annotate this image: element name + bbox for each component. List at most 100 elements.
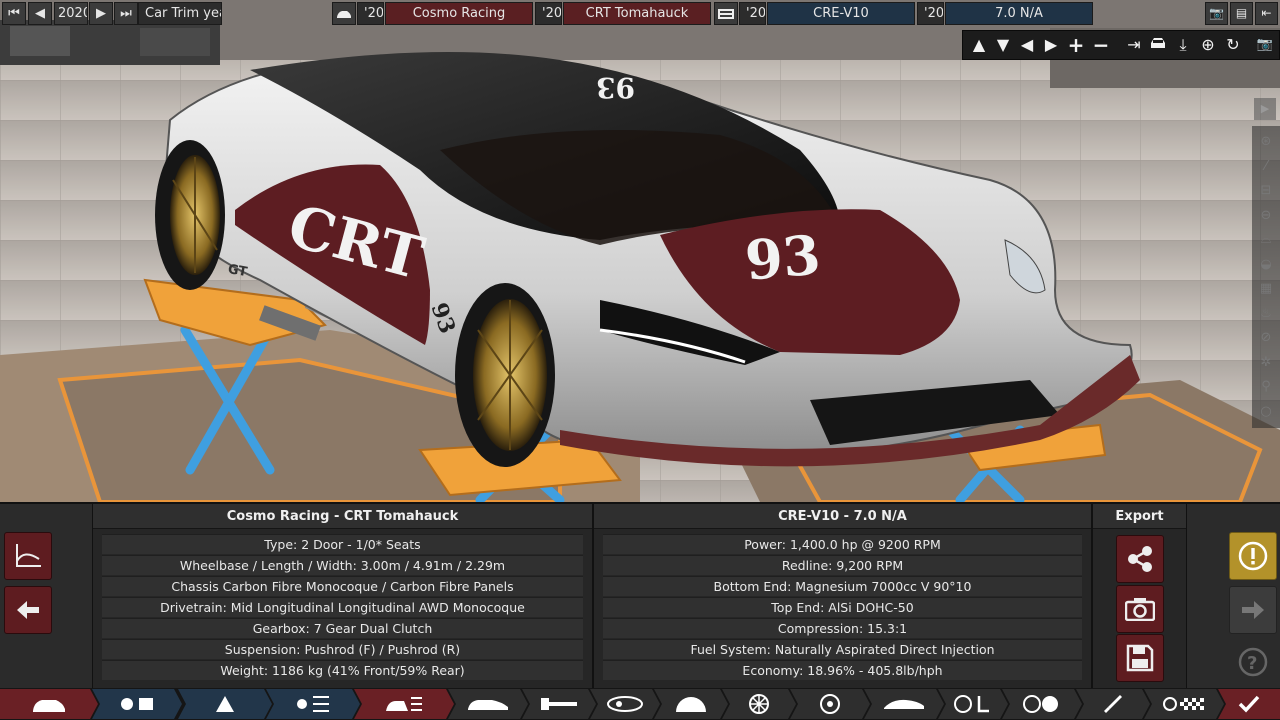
camera-icon: 📷 [1256, 37, 1274, 52]
side-person-button[interactable]: ⚲ [1255, 376, 1277, 398]
side-grille-button[interactable]: ▦ [1255, 278, 1277, 300]
circle-icon: ○ [1260, 404, 1272, 419]
side-settings-button[interactable]: ✲ [1255, 352, 1277, 374]
camera-down-button[interactable]: ▼ [992, 34, 1014, 56]
save-button[interactable] [1116, 634, 1164, 682]
steering-wheel-icon [1022, 693, 1062, 715]
camera-orbit-button[interactable]: ⊕ [1197, 34, 1219, 56]
gauge-icon [674, 695, 708, 713]
export-photo-button[interactable] [1116, 585, 1164, 633]
prev-year-button[interactable]: ◀ [28, 2, 52, 25]
component-side-strip: ⊛ ⁄ ⊟ ⊖ ⌓ ◒ ▦ ♨ ⊘ ✲ ⚲ ○ [1252, 126, 1280, 428]
tab-wheels[interactable] [722, 689, 796, 719]
chassis-icon [539, 694, 579, 714]
tab-car-model[interactable] [0, 689, 98, 719]
side-body-button[interactable]: ⌓ [1255, 229, 1277, 251]
tab-engine-bottom[interactable] [178, 689, 272, 719]
tab-engine-family[interactable] [92, 689, 182, 719]
arrow-left-icon [17, 601, 39, 619]
tab-car-trim[interactable] [354, 689, 454, 719]
exit-button[interactable]: ⇤ [1255, 2, 1278, 25]
tab-drivetrain[interactable] [1002, 689, 1082, 719]
camera-left-button[interactable]: ◀ [1016, 34, 1038, 56]
camera-right-button[interactable]: ▶ [1040, 34, 1062, 56]
camera-reset-button[interactable]: ⇥ [1123, 34, 1145, 56]
arrow-down-bar-icon: ⤓ [1179, 35, 1187, 54]
next-year-button[interactable]: ▶ [89, 2, 113, 25]
model-icon-button[interactable] [332, 2, 356, 25]
next-button[interactable] [1229, 586, 1277, 634]
panel-icon: ⊖ [1260, 208, 1272, 223]
back-button[interactable] [4, 586, 52, 634]
engine-info-row: Economy: 18.96% - 405.8lb/hph [603, 660, 1082, 680]
bottom-tab-bar [0, 688, 1280, 720]
camera-up-button[interactable]: ▲ [968, 34, 990, 56]
warning-button[interactable] [1229, 532, 1277, 580]
camera-ground-button[interactable]: ⤓ [1172, 34, 1194, 56]
car-info-row: Suspension: Pushrod (F) / Pushrod (R) [102, 639, 583, 659]
last-year-button[interactable]: ⏭ [114, 2, 138, 25]
rotate-icon: ↻ [1226, 35, 1240, 54]
tab-body[interactable] [448, 689, 528, 719]
side-wheel-button[interactable]: ⊛ [1255, 131, 1277, 153]
car-front-icon [1151, 38, 1165, 48]
zoom-in-button[interactable]: + [1065, 34, 1087, 56]
camera-icon: 📷 [1209, 6, 1224, 20]
car-info-panel: Cosmo Racing - CRT Tomahauck Type: 2 Doo… [92, 504, 593, 690]
side-no-button[interactable]: ⊘ [1255, 327, 1277, 349]
model-name[interactable]: Cosmo Racing [385, 2, 533, 25]
gear-icon: ✲ [1260, 355, 1272, 370]
camera-car-button[interactable] [1147, 34, 1169, 56]
trim-name[interactable]: CRT Tomahauck [563, 2, 711, 25]
share-icon [1128, 546, 1152, 572]
camera-rotate-button[interactable]: ↻ [1222, 34, 1244, 56]
side-chassis-button[interactable]: ⊟ [1255, 180, 1277, 202]
side-circle-button[interactable]: ○ [1255, 401, 1277, 423]
side-light-button[interactable]: ◒ [1255, 254, 1277, 276]
share-button[interactable] [1116, 535, 1164, 583]
menu-button[interactable]: ▤ [1230, 2, 1253, 25]
engine-variant[interactable]: 7.0 N/A [945, 2, 1093, 25]
help-button[interactable]: ? [1229, 638, 1277, 686]
triangle-left-icon: ◀ [1020, 35, 1034, 54]
tab-testing[interactable] [1144, 689, 1224, 719]
engine-info-row: Redline: 9,200 RPM [603, 555, 1082, 575]
skip-forward-icon: ⏭ [120, 6, 132, 21]
tab-paint[interactable] [1076, 689, 1150, 719]
engine-info-row: Fuel System: Naturally Aspirated Direct … [603, 639, 1082, 659]
tab-fixtures[interactable] [590, 689, 660, 719]
chassis-icon: ⊟ [1260, 183, 1272, 198]
paint-brush-icon [1102, 693, 1124, 715]
3d-viewport[interactable]: CRT 93 93 93 GT [0, 0, 1280, 502]
design-graph-button[interactable] [4, 532, 52, 580]
engine-variant-year: '20 [917, 2, 944, 25]
side-play-button[interactable]: ▶ [1254, 98, 1276, 120]
info-panel: Cosmo Racing - CRT Tomahauck Type: 2 Doo… [0, 502, 1280, 690]
car-info-row: Gearbox: 7 Gear Dual Clutch [102, 618, 583, 638]
tab-chassis[interactable] [522, 689, 596, 719]
year-field[interactable]: 2020 [54, 2, 88, 25]
tab-suspension[interactable] [938, 689, 1008, 719]
tab-aero[interactable] [864, 689, 944, 719]
headlight-icon [605, 694, 645, 714]
side-paint-button[interactable]: ⁄ [1255, 156, 1277, 178]
car-info-row: Type: 2 Door - 1/0* Seats [102, 534, 583, 554]
roof-number: 93 [596, 71, 635, 104]
side-panel-button[interactable]: ⊖ [1255, 205, 1277, 227]
tab-brakes[interactable] [790, 689, 870, 719]
zoom-out-button[interactable]: − [1090, 34, 1112, 56]
engine-info-title: CRE-V10 - 7.0 N/A [594, 504, 1091, 529]
tab-interior[interactable] [654, 689, 728, 719]
screenshot-button[interactable]: 📷 [1205, 2, 1228, 25]
engine-icon-button[interactable] [714, 2, 738, 25]
tab-engine-tune[interactable] [266, 689, 360, 719]
wheel-icon [748, 693, 770, 715]
first-year-button[interactable]: ⏮ [2, 2, 26, 25]
camera-snapshot-button[interactable]: 📷 [1254, 34, 1276, 56]
top-bar: ⏮ ◀ 2020 ▶ ⏭ Car Trim year '20 Cosmo Rac… [0, 0, 1280, 27]
tab-finish[interactable] [1218, 689, 1280, 719]
side-exhaust-button[interactable]: ♨ [1255, 303, 1277, 325]
car-render: CRT 93 93 93 GT [0, 0, 1280, 502]
arrow-right-icon: ▶ [96, 6, 106, 21]
engine-family[interactable]: CRE-V10 [767, 2, 915, 25]
